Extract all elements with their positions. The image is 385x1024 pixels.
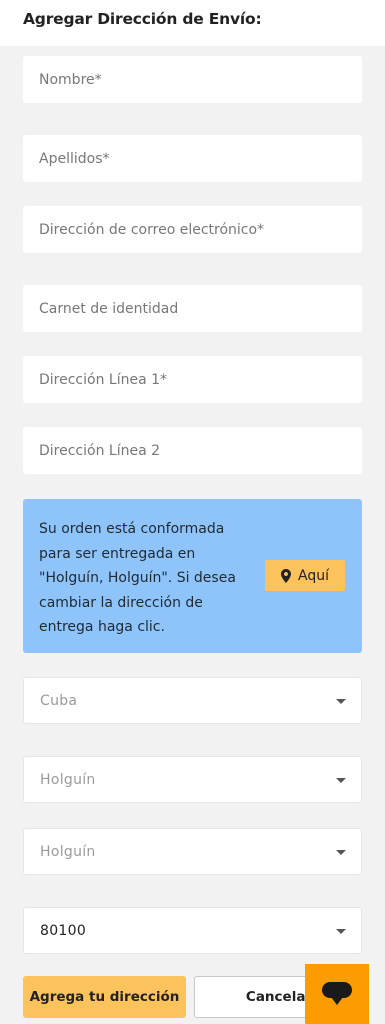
delivery-info-box: Su orden está conformada para ser entreg…	[23, 499, 362, 653]
municipality-select[interactable]: Holguín	[23, 828, 362, 875]
chevron-down-icon	[336, 929, 346, 934]
email-input[interactable]	[23, 206, 362, 253]
chat-bubble-icon	[322, 982, 352, 1005]
form-header: Agregar Dirección de Envío:	[0, 0, 385, 46]
last-name-input[interactable]	[23, 135, 362, 182]
country-select[interactable]: Cuba	[23, 677, 362, 724]
change-address-button[interactable]: Aquí	[265, 560, 345, 591]
chevron-down-icon	[336, 699, 346, 704]
first-name-input[interactable]	[23, 56, 362, 103]
map-marker-icon	[281, 568, 291, 583]
chevron-down-icon	[336, 778, 346, 783]
page-title: Agregar Dirección de Envío:	[23, 10, 262, 28]
country-value: Cuba	[40, 692, 78, 709]
postal-code-select[interactable]: 80100	[23, 907, 362, 954]
id-card-input[interactable]	[23, 285, 362, 332]
province-select[interactable]: Holguín	[23, 756, 362, 803]
delivery-info-text: Su orden está conformada para ser entreg…	[39, 521, 236, 635]
change-address-label: Aquí	[298, 567, 329, 584]
chat-button[interactable]	[305, 964, 369, 1024]
postal-code-value: 80100	[40, 922, 87, 939]
add-address-button[interactable]: Agrega tu dirección	[23, 976, 186, 1018]
chevron-down-icon	[336, 850, 346, 855]
address-line2-input[interactable]	[23, 427, 362, 474]
province-value: Holguín	[40, 771, 96, 788]
municipality-value: Holguín	[40, 843, 96, 860]
address-line1-input[interactable]	[23, 356, 362, 403]
